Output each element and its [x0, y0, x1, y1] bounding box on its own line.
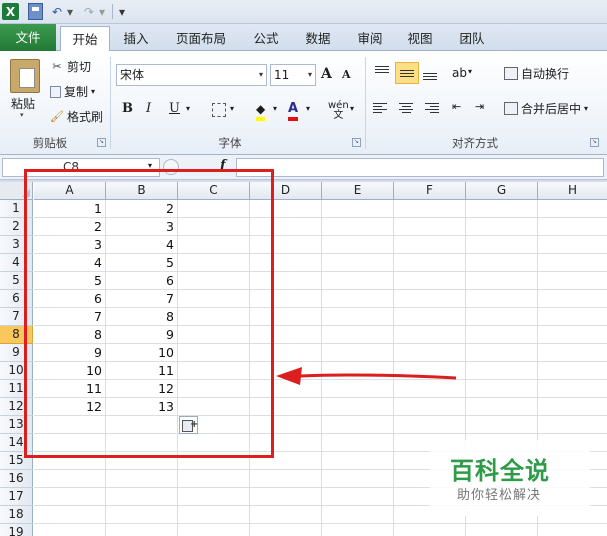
- phonetic-dropdown-icon[interactable]: ▾: [350, 99, 354, 119]
- italic-button[interactable]: I: [146, 99, 151, 119]
- clipboard-group-label: 剪贴板: [32, 136, 68, 150]
- wrap-text-button[interactable]: 自动换行: [504, 65, 569, 82]
- underline-dropdown-icon[interactable]: ▾: [186, 99, 190, 119]
- font-launcher-icon[interactable]: ↘: [352, 138, 361, 147]
- shrink-font-icon[interactable]: A: [342, 68, 351, 81]
- customize-icon[interactable]: ▾: [117, 3, 127, 20]
- column-header-e[interactable]: E: [322, 182, 394, 200]
- tab-review[interactable]: 审阅: [350, 26, 390, 51]
- column-header-g[interactable]: G: [466, 182, 538, 200]
- copy-button[interactable]: 复制 ▾: [50, 83, 95, 101]
- tab-file[interactable]: 文件: [0, 24, 56, 51]
- tab-insert[interactable]: 插入: [114, 26, 158, 51]
- paste-dropdown-icon[interactable]: ▾: [20, 111, 24, 119]
- copy-label: 复制: [64, 85, 89, 99]
- fill-dropdown-icon[interactable]: ▾: [273, 99, 277, 119]
- fill-color-icon[interactable]: ◆: [256, 99, 266, 121]
- wrap-text-label: 自动换行: [521, 67, 570, 81]
- row-header-16[interactable]: 16: [0, 470, 33, 488]
- watermark-subtitle: 助你轻松解决: [457, 488, 542, 503]
- bold-button[interactable]: B: [122, 99, 133, 119]
- paste-button[interactable]: 粘贴: [11, 95, 35, 112]
- redo-dropdown-icon[interactable]: ▾: [98, 3, 106, 20]
- wrap-text-icon: [504, 67, 518, 80]
- quick-access-toolbar: X ↶ ▾ ↷ ▾ ▾: [0, 0, 607, 24]
- decrease-indent-icon[interactable]: ⇤: [452, 100, 461, 113]
- ribbon-tabs: 文件 开始 插入 页面布局 公式 数据 审阅 视图 团队: [0, 24, 607, 52]
- align-right-icon[interactable]: [421, 100, 439, 116]
- border-icon[interactable]: [212, 103, 226, 117]
- scissors-icon: ✂: [52, 60, 62, 73]
- red-arrow: [276, 367, 457, 385]
- ribbon-home: 粘贴 ▾ ✂ 剪切 复制 ▾ 🖌 格式刷 剪贴板 ↘ 宋体 ▾ 11 ▾ A A…: [0, 51, 607, 155]
- undo-dropdown-icon[interactable]: ▾: [66, 3, 74, 20]
- font-size-select[interactable]: 11 ▾: [270, 64, 316, 86]
- brush-icon: 🖌: [50, 110, 64, 123]
- orientation-icon[interactable]: ab: [452, 66, 467, 80]
- increase-indent-icon[interactable]: ⇥: [475, 100, 484, 113]
- merge-center-icon: [504, 102, 518, 115]
- chevron-down-icon: ▾: [258, 70, 263, 79]
- group-separator: [110, 57, 111, 149]
- font-name-value: 宋体: [120, 68, 145, 82]
- alignment-group-label: 对齐方式: [452, 136, 498, 150]
- border-dropdown-icon[interactable]: ▾: [230, 99, 234, 119]
- tab-page-layout[interactable]: 页面布局: [168, 26, 234, 51]
- red-highlight-box: [24, 169, 274, 458]
- column-header-f[interactable]: F: [394, 182, 466, 200]
- align-bottom-icon[interactable]: [421, 65, 439, 81]
- font-name-select[interactable]: 宋体 ▾: [116, 64, 267, 86]
- row-header-17[interactable]: 17: [0, 488, 33, 506]
- align-left-icon[interactable]: [373, 100, 391, 116]
- format-painter-label: 格式刷: [67, 110, 104, 124]
- undo-icon[interactable]: ↶: [50, 3, 64, 20]
- copy-icon: [50, 86, 61, 98]
- excel-icon[interactable]: X: [2, 3, 19, 20]
- tab-team[interactable]: 团队: [452, 26, 492, 51]
- font-group-label: 字体: [218, 136, 242, 150]
- clipboard-launcher-icon[interactable]: ↘: [97, 138, 106, 147]
- align-center-icon[interactable]: [397, 100, 415, 116]
- font-color-icon[interactable]: A: [288, 99, 299, 121]
- font-color-dropdown-icon[interactable]: ▾: [306, 99, 310, 119]
- alignment-launcher-icon[interactable]: ↘: [590, 138, 599, 147]
- chevron-down-icon: ▾: [307, 70, 312, 79]
- row-header-19[interactable]: 19: [0, 524, 33, 536]
- format-painter-button[interactable]: 🖌 格式刷: [50, 108, 103, 126]
- phonetic-icon[interactable]: wén 文: [328, 101, 349, 121]
- merge-center-button[interactable]: 合并后居中 ▾: [504, 100, 588, 117]
- group-separator: [365, 57, 366, 149]
- redo-icon[interactable]: ↷: [82, 3, 96, 20]
- orientation-dropdown-icon[interactable]: ▾: [468, 67, 472, 76]
- tab-formulas[interactable]: 公式: [246, 26, 286, 51]
- row-header-18[interactable]: 18: [0, 506, 33, 524]
- tab-data[interactable]: 数据: [296, 26, 340, 51]
- tab-home[interactable]: 开始: [60, 26, 110, 52]
- paste-icon[interactable]: [10, 59, 40, 93]
- formula-input[interactable]: [236, 158, 604, 177]
- font-size-value: 11: [274, 68, 290, 82]
- align-middle-icon[interactable]: [395, 62, 419, 84]
- merge-dropdown-icon[interactable]: ▾: [584, 104, 588, 113]
- save-icon[interactable]: [28, 3, 43, 20]
- cut-button[interactable]: ✂ 剪切: [50, 58, 91, 76]
- copy-dropdown-icon[interactable]: ▾: [91, 83, 95, 101]
- column-header-h[interactable]: H: [538, 182, 607, 200]
- cut-label: 剪切: [67, 60, 92, 74]
- qat-separator: [112, 4, 113, 19]
- watermark-logo-text: 百科全说: [450, 457, 550, 485]
- underline-button[interactable]: U: [169, 99, 180, 119]
- grow-font-icon[interactable]: A: [321, 66, 332, 82]
- align-top-icon[interactable]: [373, 65, 391, 81]
- merge-center-label: 合并后居中: [521, 102, 582, 116]
- tab-view[interactable]: 视图: [400, 26, 440, 51]
